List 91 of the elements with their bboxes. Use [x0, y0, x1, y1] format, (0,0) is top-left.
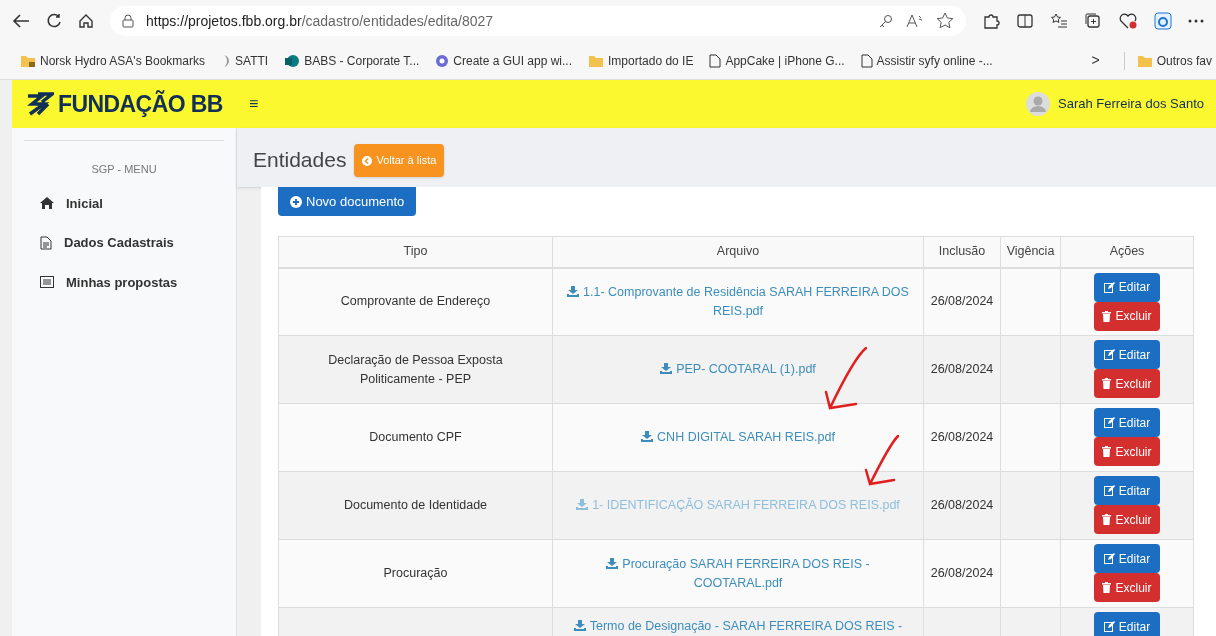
edit-icon: [1103, 281, 1115, 293]
download-icon: [660, 363, 673, 375]
download-icon: [576, 499, 589, 511]
reload-icon[interactable]: [46, 13, 62, 29]
edit-button[interactable]: Editar: [1094, 340, 1160, 369]
sidebar-item[interactable]: Minhas propostas: [24, 272, 224, 292]
avatar-icon: [1026, 92, 1051, 116]
puzzle-icon[interactable]: [982, 12, 1000, 30]
bookmarks-overflow-chevron[interactable]: >: [1083, 50, 1108, 71]
table-cell: 26/08/2024: [930, 498, 994, 513]
table-cell: 26/08/2024: [930, 362, 994, 377]
download-icon: [641, 431, 654, 443]
trash-icon: [1102, 514, 1112, 525]
logo[interactable]: FUNDAÇÃO BB: [24, 86, 223, 122]
bookmark[interactable]: Norsk Hydro ASA's Bookmarks: [20, 51, 205, 70]
column-header: Tipo: [278, 236, 553, 268]
edit-button[interactable]: Editar: [1094, 612, 1160, 636]
table-cell: 26/08/2024: [930, 294, 994, 309]
column-header: Ações: [1060, 236, 1194, 268]
table-cell: 26/08/2024: [930, 430, 994, 445]
sidebar-item[interactable]: Inicial: [24, 193, 224, 213]
table-cell: Declaração de Pessoa Exposta Politicamente - PEP: [328, 352, 503, 386]
trash-icon: [1102, 310, 1112, 322]
edit-icon: [1103, 621, 1115, 632]
file-link[interactable]: PEP- COOTARAL (1).pdf: [660, 360, 816, 379]
bookmark[interactable]: BABS - Corporate T...: [284, 51, 420, 70]
browser-logo-icon[interactable]: [1154, 12, 1172, 30]
delete-button[interactable]: Excluir: [1094, 505, 1160, 534]
url-text: https://projetos.fbb.org.br/cadastro/entidades/edita/8027: [146, 11, 494, 31]
collections-icon[interactable]: [1084, 12, 1102, 30]
document-icon: [40, 235, 52, 250]
column-header: Inclusão: [923, 236, 1001, 268]
trash-icon: [1102, 378, 1112, 389]
edit-icon: [1103, 485, 1115, 496]
page-icon: [709, 53, 722, 68]
download-icon: [573, 620, 586, 631]
key-icon[interactable]: [878, 13, 894, 29]
column-header: Vigência: [1000, 236, 1061, 268]
plus-circle-icon: [290, 195, 302, 208]
back-icon[interactable]: [12, 13, 30, 29]
address-bar[interactable]: https://projetos.fbb.org.br/cadastro/entidades/edita/8027: [110, 6, 966, 36]
table-cell: Documento de Identidade: [343, 498, 488, 513]
logo-icon: [24, 92, 54, 116]
table-cell: Comprovante de Endereço: [340, 294, 491, 309]
trash-icon: [1102, 582, 1112, 593]
file-link[interactable]: CNH DIGITAL SARAH REIS.pdf: [641, 428, 835, 447]
folder-icon: [1136, 53, 1153, 68]
edit-button[interactable]: Editar: [1094, 408, 1160, 437]
table-cell: 26/08/2024: [930, 566, 994, 581]
bookmark[interactable]: Outros fav: [1123, 51, 1216, 70]
edit-button[interactable]: Editar: [1094, 544, 1160, 573]
edit-icon: [1103, 553, 1115, 564]
delete-button[interactable]: Excluir: [1094, 301, 1160, 331]
edit-button[interactable]: Editar: [1094, 476, 1160, 505]
bookmark[interactable]: AppCake | iPhone G...: [709, 51, 845, 70]
edit-button[interactable]: Editar: [1094, 272, 1160, 302]
list-icon: [40, 276, 54, 289]
trash-icon: [1102, 446, 1112, 457]
bookmark[interactable]: Assistir syfy online -...: [860, 51, 993, 70]
bookmark[interactable]: SATTI: [221, 51, 269, 70]
new-document-button[interactable]: Novo documento: [278, 187, 417, 216]
delete-button[interactable]: Excluir: [1094, 573, 1160, 602]
page-icon: [860, 53, 873, 68]
sidebar-item[interactable]: Dados Cadastrais: [24, 233, 224, 253]
table-cell: Documento CPF: [369, 430, 462, 445]
home-icon[interactable]: [78, 13, 94, 29]
table-cell: Procuração: [383, 566, 448, 581]
read-aloud-icon[interactable]: [906, 13, 924, 29]
more-icon[interactable]: [1188, 19, 1204, 23]
folder-icon: [588, 53, 605, 68]
download-icon: [567, 286, 580, 297]
split-screen-icon[interactable]: [1016, 12, 1034, 30]
sidebar-title: SGP - MENU: [90, 162, 158, 177]
download-icon: [606, 557, 619, 569]
user-menu[interactable]: Sarah Ferreira dos Santo: [1026, 92, 1204, 116]
menu-toggle[interactable]: ≡: [249, 92, 259, 116]
lock-icon: [122, 14, 134, 28]
edit-icon: [1103, 417, 1115, 428]
delete-button[interactable]: Excluir: [1094, 437, 1160, 466]
edit-icon: [1103, 349, 1115, 360]
app-icon: [284, 53, 301, 68]
bookmark[interactable]: Importado do IE: [588, 51, 694, 70]
column-header: Arquivo: [552, 236, 924, 268]
favorites-list-icon[interactable]: [1050, 12, 1068, 30]
page-title: Entidades: [253, 147, 347, 173]
home-icon: [40, 197, 54, 210]
chevron-left-circle-icon: [362, 155, 373, 166]
favorite-star-icon[interactable]: [936, 12, 954, 30]
folder-icon: [20, 53, 36, 68]
bookmark[interactable]: Create a GUI app wi...: [435, 51, 573, 70]
delete-button[interactable]: Excluir: [1094, 369, 1160, 398]
